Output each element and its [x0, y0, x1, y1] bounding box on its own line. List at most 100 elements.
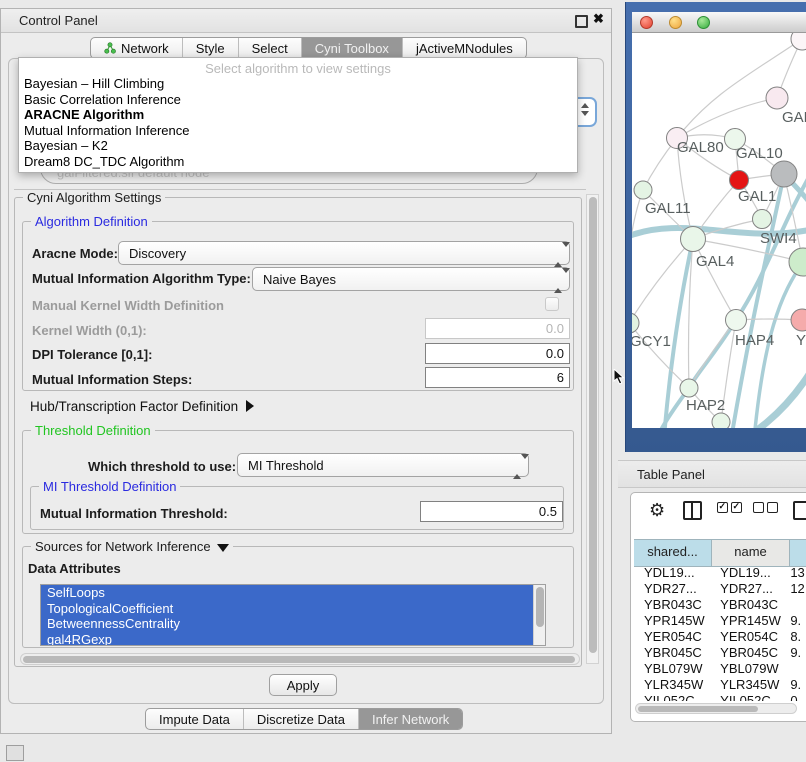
mi-steps-input[interactable]: 6 — [425, 367, 570, 388]
control-panel-titlebar[interactable]: Control Panel ✖ — [1, 9, 611, 33]
table-cell: YER054C — [634, 629, 710, 645]
table-row[interactable]: YLR345WYLR345W9. — [634, 677, 806, 693]
attribute-item-betweennesscentrality[interactable]: BetweennessCentrality — [41, 616, 533, 632]
tab-style[interactable]: Style — [182, 38, 238, 58]
list-vertical-scrollbar[interactable] — [533, 585, 545, 645]
horizontal-scrollbar[interactable] — [20, 653, 580, 665]
network-node-gal1[interactable] — [730, 171, 749, 190]
table-row[interactable]: YBL079WYBL079W — [634, 661, 806, 677]
scrollbar-thumb[interactable] — [536, 587, 544, 627]
sources-group-title[interactable]: Sources for Network Inference — [31, 539, 233, 554]
minimize-window-icon[interactable] — [669, 16, 682, 29]
table-cell: YBR045C — [710, 645, 786, 661]
dpi-tolerance-label: DPI Tolerance [0,1]: — [32, 347, 152, 362]
columns-icon[interactable] — [683, 501, 702, 520]
which-threshold-combo[interactable]: MI Threshold — [237, 453, 529, 477]
network-node-gal4[interactable] — [681, 227, 706, 252]
cyni-bottom-tabs: Impute Data Discretize Data Infer Network — [145, 708, 463, 730]
dropdown-item-mutual-information-inference[interactable]: Mutual Information Inference — [19, 123, 577, 139]
settings-vertical-scrollbar[interactable] — [586, 194, 599, 664]
combo-up-arrow-icon — [554, 273, 562, 293]
dpi-tolerance-input[interactable]: 0.0 — [425, 343, 570, 364]
network-canvas[interactable]: GALGAL80GAL10GAL1GAL11SWI4GAL4HAP4YGCY1H… — [632, 33, 806, 428]
table-horizontal-scrollbar[interactable] — [635, 703, 797, 714]
tab-select[interactable]: Select — [238, 38, 301, 58]
dropdown-item-bayesian-hill-climbing[interactable]: Bayesian – Hill Climbing — [19, 76, 577, 92]
data-attributes-list[interactable]: SelfLoopsTopologicalCoefficientBetweenne… — [40, 584, 546, 646]
apply-button[interactable]: Apply — [269, 674, 337, 696]
network-window-titlebar[interactable] — [632, 12, 806, 33]
float-panel-icon[interactable] — [575, 15, 588, 28]
table-cell: YDR27... — [710, 581, 786, 597]
table-cell: 13 — [786, 565, 806, 581]
scrollbar-thumb[interactable] — [589, 197, 597, 653]
table-cell: YLR345W — [634, 677, 710, 693]
scrollbar-thumb[interactable] — [23, 656, 575, 663]
column-header-name[interactable]: name — [712, 540, 790, 566]
table-row[interactable]: YPR145WYPR145W9. — [634, 613, 806, 629]
network-node-swi4[interactable] — [753, 210, 772, 229]
table-cell: YPR145W — [710, 613, 786, 629]
network-node[interactable] — [789, 248, 806, 276]
network-node-gal[interactable] — [766, 87, 788, 109]
table-row[interactable]: YBR043CYBR043C — [634, 597, 806, 613]
table-cell: YBR045C — [634, 645, 710, 661]
attribute-item-selfloops[interactable]: SelfLoops — [41, 585, 533, 601]
table-row[interactable]: YDR27...YDR27...12 — [634, 581, 806, 597]
table-row[interactable]: YIL052CYIL052C0 — [634, 693, 806, 701]
tab-label: Discretize Data — [257, 712, 345, 727]
table-panel-card: ⚙ shared...nameA YDL19...YDL19...13YDR27… — [630, 492, 806, 722]
page-icon[interactable] — [793, 501, 806, 520]
network-node-y[interactable] — [791, 309, 806, 331]
select-unchecked-pair-icon[interactable] — [753, 501, 781, 516]
scrollbar-thumb[interactable] — [638, 706, 758, 712]
network-node[interactable] — [791, 33, 806, 50]
tab-jactivemnodules[interactable]: jActiveMNodules — [402, 38, 526, 58]
tab-discretize-data[interactable]: Discretize Data — [243, 709, 358, 729]
network-node-gal11[interactable] — [634, 181, 652, 199]
table-panel-bar[interactable]: Table Panel — [618, 460, 806, 488]
dropdown-item-bayesian-k2[interactable]: Bayesian – K2 — [19, 138, 577, 154]
network-node[interactable] — [712, 413, 730, 428]
network-node-hap4[interactable] — [726, 310, 747, 331]
column-header-shared[interactable]: shared... — [634, 540, 712, 566]
node-label-gal1: GAL1 — [738, 188, 776, 205]
table-cell: YDL19... — [634, 565, 710, 581]
table-cell — [786, 597, 806, 613]
aracne-mode-label: Aracne Mode: — [32, 246, 118, 261]
tab-cyni-toolbox[interactable]: Cyni Toolbox — [301, 38, 402, 58]
zoom-window-icon[interactable] — [697, 16, 710, 29]
dropdown-item-dream8-dc-tdc-algorithm[interactable]: Dream8 DC_TDC Algorithm — [19, 154, 577, 170]
column-header-a[interactable]: A — [790, 540, 806, 566]
attribute-item-gal4rgexp[interactable]: gal4RGexp — [41, 632, 533, 647]
node-label-gal: GAL — [782, 109, 806, 126]
kernel-width-input[interactable]: 0.0 — [425, 318, 570, 339]
threshold-definition-title: Threshold Definition — [31, 423, 155, 438]
table-cell: YDL19... — [710, 565, 786, 581]
close-window-icon[interactable] — [640, 16, 653, 29]
dropdown-item-basic-correlation-inference[interactable]: Basic Correlation Inference — [19, 92, 577, 108]
combo-down-arrow-icon — [581, 111, 589, 116]
dropdown-item-aracne-algorithm[interactable]: ARACNE Algorithm — [19, 107, 577, 123]
mi-threshold-input[interactable]: 0.5 — [420, 501, 563, 522]
network-edge[interactable] — [693, 239, 736, 320]
network-view-window[interactable]: GALGAL80GAL10GAL1GAL11SWI4GAL4HAP4YGCY1H… — [625, 2, 806, 452]
table-row[interactable]: YER054CYER054C8. — [634, 629, 806, 645]
tab-infer-network[interactable]: Infer Network — [358, 709, 462, 729]
mi-algorithm-type-combo[interactable]: Naive Bayes — [252, 267, 570, 291]
network-node-gcy1[interactable] — [632, 313, 639, 333]
aracne-mode-combo[interactable]: Discovery — [118, 241, 570, 265]
close-panel-icon[interactable]: ✖ — [593, 11, 604, 27]
tab-network[interactable]: Network — [91, 38, 182, 58]
network-node[interactable] — [771, 161, 797, 187]
table-row[interactable]: YBR045CYBR045C9. — [634, 645, 806, 661]
select-checked-pair-icon[interactable] — [717, 501, 745, 516]
hub-definition-toggle[interactable]: Hub/Transcription Factor Definition — [30, 399, 254, 414]
tab-impute-data[interactable]: Impute Data — [146, 709, 243, 729]
minimized-panel-square[interactable] — [6, 745, 24, 761]
manual-kernel-width-checkbox[interactable] — [545, 297, 559, 311]
network-node-hap2[interactable] — [680, 379, 698, 397]
attribute-item-topologicalcoefficient[interactable]: TopologicalCoefficient — [41, 601, 533, 617]
gear-icon[interactable]: ⚙ — [649, 501, 665, 519]
table-row[interactable]: YDL19...YDL19...13 — [634, 565, 806, 581]
